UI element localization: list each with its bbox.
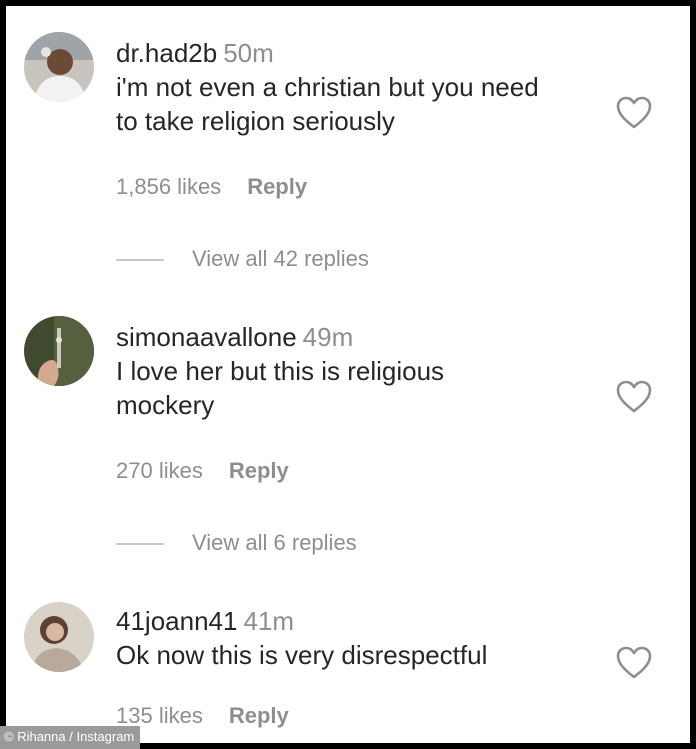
divider-line xyxy=(116,259,164,262)
like-count[interactable]: 270 likes xyxy=(116,458,203,483)
avatar[interactable] xyxy=(24,32,94,102)
view-replies-label[interactable]: View all 6 replies xyxy=(192,530,357,555)
view-replies-button[interactable]: View all 42 replies xyxy=(116,246,369,276)
heart-icon[interactable] xyxy=(616,646,652,680)
divider-line xyxy=(116,543,164,546)
reply-button[interactable]: Reply xyxy=(247,174,307,199)
username[interactable]: simonaavallone xyxy=(116,322,297,352)
comment-text: I love her but this is religious mockery xyxy=(116,356,445,420)
comment-time: 49m xyxy=(302,322,354,352)
comment-time: 50m xyxy=(223,38,274,68)
username[interactable]: 41joann41 xyxy=(116,606,237,636)
like-count[interactable]: 135 likes xyxy=(116,703,203,728)
reply-button[interactable]: Reply xyxy=(229,458,289,483)
photo-credit: © Rihanna / Instagram xyxy=(0,726,141,749)
comments-panel: dr.had2b 50m i'm not even a christian but… xyxy=(6,6,690,743)
view-replies-label[interactable]: View all 42 replies xyxy=(192,246,369,271)
comment-text: i'm not even a christian but you need to… xyxy=(116,72,539,136)
comment-text: Ok now this is very disrespectful xyxy=(116,640,488,670)
comment-time: 41m xyxy=(243,606,295,636)
view-replies-button[interactable]: View all 6 replies xyxy=(116,530,357,560)
avatar[interactable] xyxy=(24,602,94,672)
reply-button[interactable]: Reply xyxy=(229,703,289,728)
like-count[interactable]: 1,856 likes xyxy=(116,174,221,199)
username[interactable]: dr.had2b xyxy=(116,38,217,68)
heart-icon[interactable] xyxy=(616,380,652,414)
heart-icon[interactable] xyxy=(616,96,652,130)
avatar[interactable] xyxy=(24,316,94,386)
